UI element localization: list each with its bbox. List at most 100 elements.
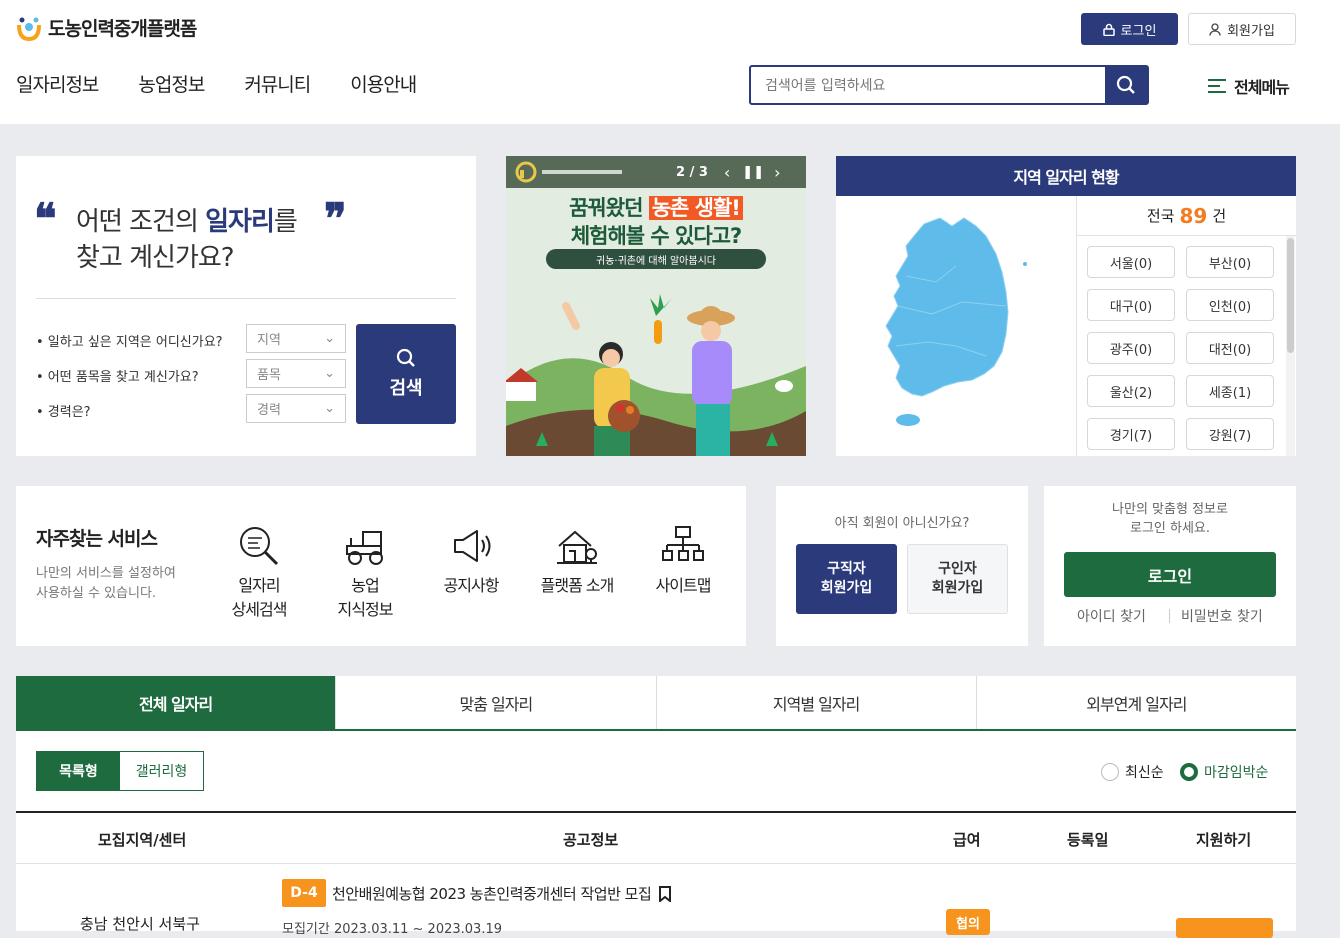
region-button-gwangju[interactable]: 광주(0) [1087,332,1175,364]
region-button-sejong[interactable]: 세종(1) [1186,375,1274,407]
job-region: 충남 천안시 서북구 [80,915,200,933]
banner-prev-icon[interactable]: ‹ [724,163,730,182]
magnifier-doc-icon [240,527,279,566]
condition-crop-label: • 어떤 품목을 찾고 계신가요? [36,370,199,385]
banner-logo-icon [515,161,622,183]
career-select[interactable]: 경력 ⌄ [246,394,346,423]
search-button[interactable] [1105,67,1147,103]
finder-divider [36,298,456,299]
all-menu-button[interactable]: 전체메뉴 [1208,74,1290,98]
search-icon [1116,75,1135,94]
bookmark-icon[interactable] [659,885,672,902]
header-join-button[interactable]: 회원가입 [1188,13,1296,45]
radio-newest[interactable] [1101,763,1119,781]
banner-next-icon[interactable]: › [774,163,780,182]
view-list-button[interactable]: 목록형 [37,752,120,790]
table-header: 모집지역/센터 공고정보 급여 등록일 지원하기 [16,811,1296,864]
finder-search-label: 검색 [389,378,423,399]
farmhouse-icon [557,530,597,564]
nav-item-agriculture[interactable]: 농업정보 [138,70,205,97]
region-button-busan[interactable]: 부산(0) [1186,246,1274,278]
nav-item-guide[interactable]: 이용안내 [350,70,417,97]
finder-search-button[interactable]: 검색 [356,324,456,424]
col-pay: 급여 [953,831,981,849]
lock-icon [1102,23,1115,36]
banner-page-indicator: 2 / 3 [676,164,708,180]
region-button-ulsan[interactable]: 울산(2) [1087,375,1175,407]
chevron-down-icon: ⌄ [324,366,335,381]
condition-career-label: • 경력은? [36,405,91,420]
korea-map-icon [885,217,1027,426]
tab-custom-jobs[interactable]: 맞춤 일자리 [336,676,657,729]
job-tabs: 전체 일자리 맞춤 일자리 지역별 일자리 외부연계 일자리 [16,676,1296,731]
region-status-title: 지역 일자리 현황 [836,156,1296,196]
job-title-link[interactable]: 천안배원예농협 2023 농촌인력중개센터 작업반 모집 [332,883,672,904]
tab-all-jobs[interactable]: 전체 일자리 [16,676,337,729]
employer-join-button[interactable]: 구인자 회원가입 [907,544,1008,614]
services-desc: 나만의 서비스를 설정하여 사용하실 수 있습니다. [36,566,176,601]
apply-button[interactable] [1176,918,1273,938]
login-button[interactable]: 로그인 [1064,552,1276,597]
login-prompt: 나만의 맞춤형 정보로 로그인 하세요. [1112,502,1228,536]
service-notices[interactable]: 공지사항 [421,524,521,598]
megaphone-icon [454,530,491,562]
seeker-join-button[interactable]: 구직자 회원가입 [796,544,897,614]
header-login-button[interactable]: 로그인 [1081,13,1178,45]
nav-item-jobs[interactable]: 일자리정보 [16,70,99,97]
sort-newest[interactable]: 최신순 [1101,762,1164,782]
find-id-link[interactable]: 아이디 찾기 [1077,606,1146,626]
promo-banner[interactable]: 2 / 3 ‹ ❚❚ › 꿈꿔왔던 농촌 생활! 체험해볼 수 있다고? 귀농·… [506,156,806,456]
banner-pause-icon[interactable]: ❚❚ [742,165,764,180]
crop-select[interactable]: 품목 ⌄ [246,359,346,388]
region-total-count: 89 [1179,203,1208,228]
view-toggle: 목록형 갤러리형 [36,751,204,791]
site-header: 도농인력중개플랫폼 로그인 회원가입 일자리정보 농업정보 커뮤니티 이용안내 … [0,0,1340,124]
pay-badge: 협의 [946,909,990,935]
hamburger-icon [1208,79,1226,93]
korea-map[interactable] [836,196,1076,456]
region-button-grid: 서울(0) 부산(0) 대구(0) 인천(0) 광주(0) 대전(0) 울산(2… [1087,246,1274,450]
region-scrollbar[interactable] [1286,236,1295,456]
login-card: 나만의 맞춤형 정보로 로그인 하세요. 로그인 아이디 찾기 비밀번호 찾기 [1044,486,1296,646]
region-select[interactable]: 지역 ⌄ [246,324,346,353]
main-nav: 일자리정보 농업정보 커뮤니티 이용안내 [16,70,417,97]
tab-region-jobs[interactable]: 지역별 일자리 [657,676,977,729]
service-platform-intro[interactable]: 플랫폼 소개 [527,524,627,598]
sort-deadline[interactable]: 마감임박순 [1180,762,1268,782]
nav-item-community[interactable]: 커뮤니티 [244,70,311,97]
sitemap-icon [662,526,704,561]
search-bar: 검색어를 입력하세요 [749,65,1149,105]
all-menu-label: 전체메뉴 [1234,78,1290,97]
job-period: 모집기간 2023.03.11 ~ 2023.03.19 [282,922,502,937]
find-password-link[interactable]: 비밀번호 찾기 [1181,606,1263,626]
banner-headline: 꿈꿔왔던 농촌 생활! 체험해볼 수 있다고? [569,196,743,248]
banner-illustration [506,294,806,456]
region-button-seoul[interactable]: 서울(0) [1087,246,1175,278]
view-gallery-button[interactable]: 갤러리형 [120,752,203,790]
search-input[interactable]: 검색어를 입력하세요 [751,67,1105,103]
tractor-icon [346,531,383,565]
tab-external-jobs[interactable]: 외부연계 일자리 [977,676,1296,729]
region-button-daegu[interactable]: 대구(0) [1087,289,1175,321]
region-total: 전국 89 건 [1077,196,1296,236]
job-finder-card: ❝ 어떤 조건의 일자리를 찾고 계신가요? ❞ • 일하고 싶은 지역은 어디… [16,156,476,456]
find-divider [1169,609,1170,623]
finder-title: 어떤 조건의 일자리를 찾고 계신가요? [76,207,298,273]
radio-deadline[interactable] [1180,763,1198,781]
region-button-gyeonggi[interactable]: 경기(7) [1087,418,1175,450]
dday-badge: D-4 [282,879,326,907]
header-login-label: 로그인 [1120,23,1157,39]
region-button-incheon[interactable]: 인천(0) [1186,289,1274,321]
banner-controls: 2 / 3 ‹ ❚❚ › [506,156,806,188]
service-agri-knowledge[interactable]: 농업 지식정보 [315,524,415,622]
service-sitemap[interactable]: 사이트맵 [633,524,733,598]
region-button-gangwon[interactable]: 강원(7) [1186,418,1274,450]
site-logo[interactable]: 도농인력중개플랫폼 [16,14,197,41]
service-job-search[interactable]: 일자리 상세검색 [209,524,309,622]
col-info: 공고정보 [563,831,619,849]
open-quote-icon: ❝ [34,194,57,243]
banner-pill: 귀농·귀촌에 대해 알아봅시다 [546,249,766,269]
region-button-daejeon[interactable]: 대전(0) [1186,332,1274,364]
col-date: 등록일 [1067,831,1109,849]
chevron-down-icon: ⌄ [324,401,335,416]
